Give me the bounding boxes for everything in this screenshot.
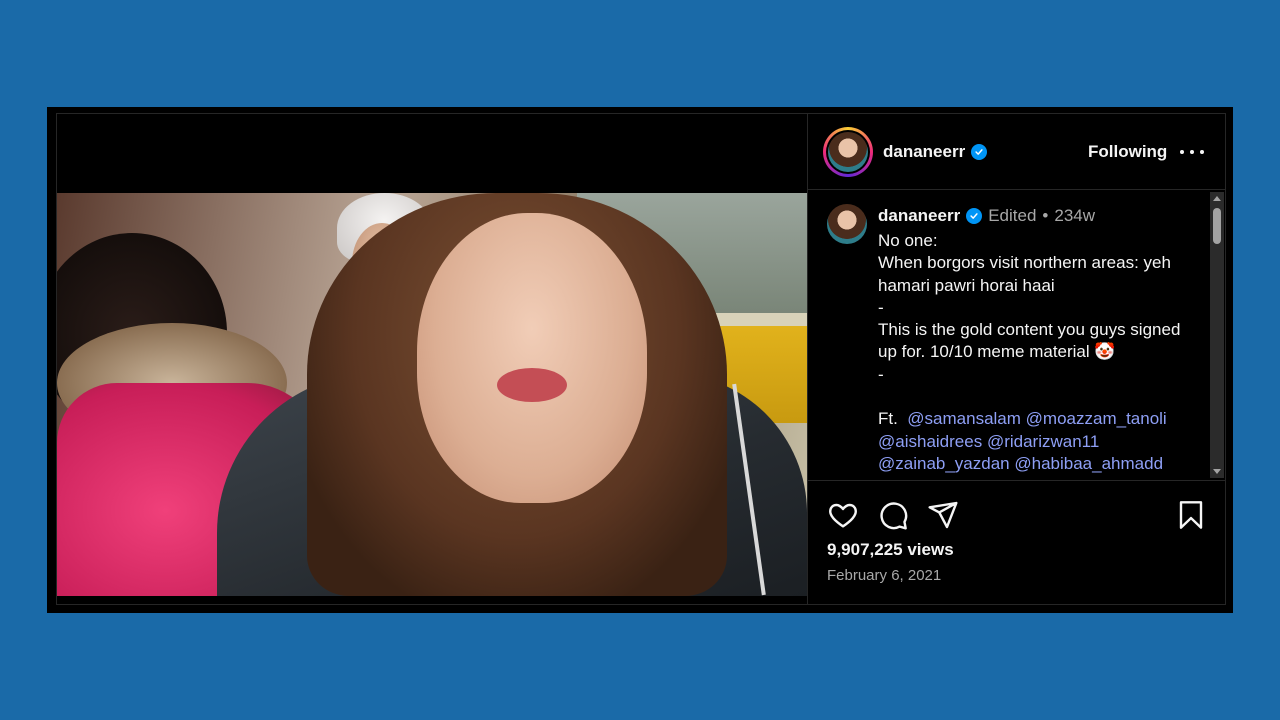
caption-line: This is the gold content you guys signed…	[878, 320, 1186, 362]
caption-line: No one:	[878, 231, 938, 250]
caption-avatar[interactable]	[827, 204, 867, 244]
meta-separator: •	[1042, 206, 1049, 225]
verified-badge-icon	[966, 208, 983, 224]
more-options-icon[interactable]	[1180, 142, 1204, 162]
video-frame[interactable]	[57, 193, 807, 596]
edited-label: Edited	[988, 206, 1037, 225]
avatar-story-ring[interactable]	[823, 127, 873, 177]
post-date[interactable]: February 6, 2021	[827, 567, 941, 584]
caption-username[interactable]: dananeerr	[878, 206, 960, 226]
window-frame: dananeerr Following dananeerr Edited • 2…	[47, 107, 1233, 613]
scroll-down-arrow-icon[interactable]	[1213, 469, 1221, 474]
video-scene-lips	[497, 368, 567, 402]
caption-line: -	[878, 297, 884, 317]
mention-link[interactable]: @moazzam_tanoli	[1026, 409, 1167, 428]
ft-label: Ft.	[878, 409, 898, 429]
view-count[interactable]: 9,907,225 views	[827, 540, 954, 560]
mention-link[interactable]: @ridarizwan11	[987, 432, 1099, 451]
share-icon[interactable]	[927, 499, 959, 531]
mention-link[interactable]: @zainab_yazdan	[878, 454, 1010, 473]
post-age[interactable]: 234w	[1054, 206, 1095, 226]
caption-scrollbar[interactable]	[1210, 192, 1224, 478]
scroll-thumb[interactable]	[1213, 208, 1221, 244]
caption-text: No one: When borgors visit northern area…	[878, 230, 1198, 475]
comment-icon[interactable]	[877, 499, 909, 531]
post-header: dananeerr Following	[808, 114, 1226, 190]
verified-badge-icon	[971, 144, 988, 160]
instagram-post: dananeerr Following dananeerr Edited • 2…	[56, 113, 1226, 605]
avatar	[828, 132, 868, 172]
mention-link[interactable]: @samansalam	[907, 409, 1021, 428]
video-scene-face	[417, 213, 647, 503]
caption-header: dananeerr Edited • 234w	[878, 206, 1095, 226]
post-sidebar: dananeerr Following dananeerr Edited • 2…	[807, 114, 1226, 604]
caption-area: dananeerr Edited • 234w No one: When bor…	[808, 190, 1226, 480]
bookmark-icon[interactable]	[1175, 499, 1207, 531]
heart-icon[interactable]	[827, 499, 859, 531]
mention-link[interactable]: @aishaidrees	[878, 432, 982, 451]
caption-line: -	[878, 364, 884, 384]
video-player[interactable]	[57, 114, 807, 604]
mention-link[interactable]: @habibaa_ahmadd	[1014, 454, 1163, 473]
following-button[interactable]: Following	[1088, 142, 1167, 162]
header-username-row: dananeerr	[883, 142, 988, 162]
caption-line: When borgors visit northern areas: yeh h…	[878, 253, 1176, 295]
header-username[interactable]: dananeerr	[883, 142, 965, 162]
post-actions: 9,907,225 views February 6, 2021	[808, 480, 1226, 604]
scroll-up-arrow-icon[interactable]	[1213, 196, 1221, 201]
